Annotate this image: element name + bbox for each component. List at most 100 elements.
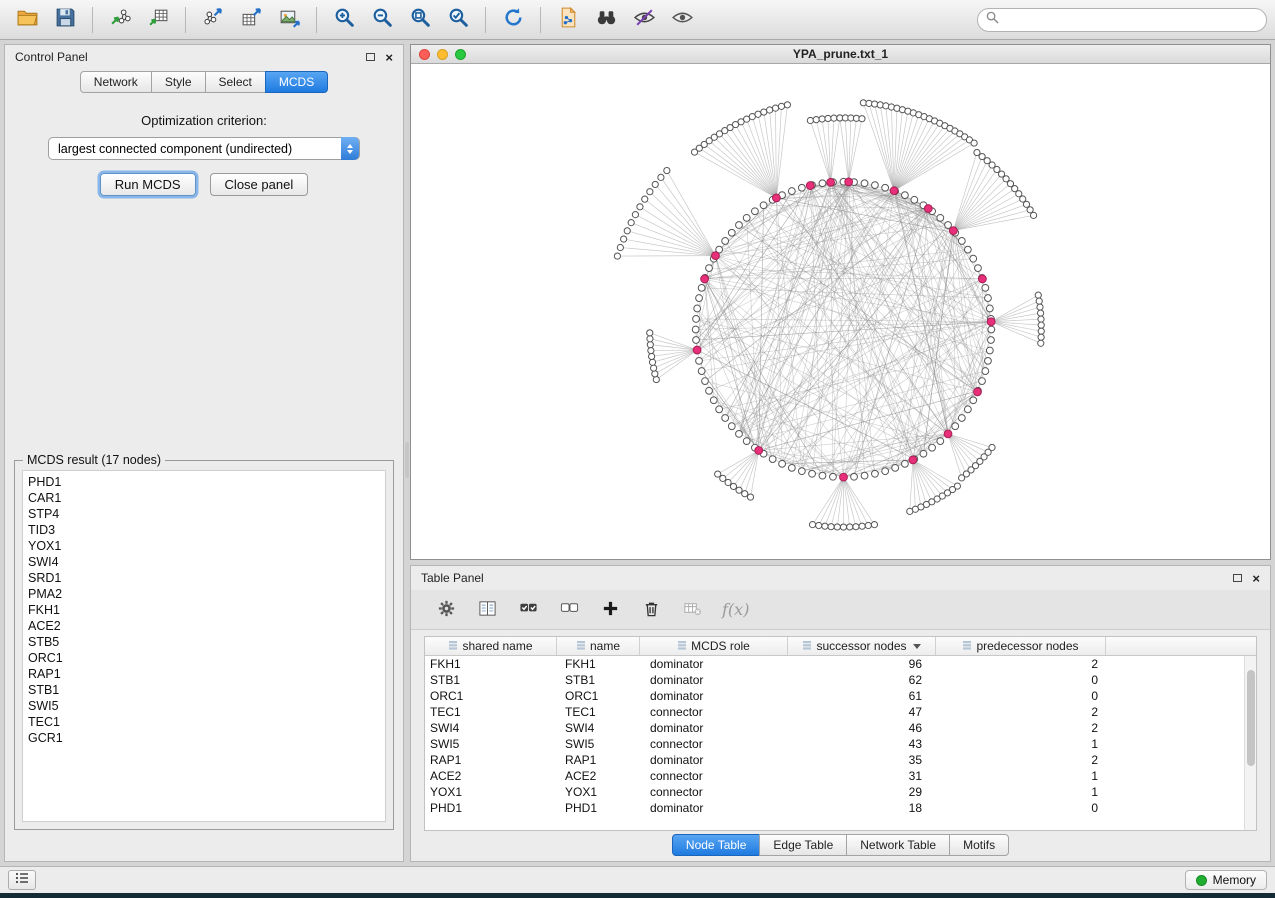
result-node-item[interactable]: STB5: [28, 634, 380, 650]
result-node-item[interactable]: SRD1: [28, 570, 380, 586]
find-button[interactable]: [587, 5, 625, 35]
result-node-item[interactable]: SWI5: [28, 698, 380, 714]
network-canvas[interactable]: [411, 64, 1270, 559]
search-input[interactable]: [1004, 13, 1258, 27]
hide-graphics-details-button[interactable]: [625, 5, 663, 35]
result-node-item[interactable]: TID3: [28, 522, 380, 538]
result-node-item[interactable]: FKH1: [28, 602, 380, 618]
table-panel-title: Table Panel: [421, 571, 484, 585]
show-hide-button[interactable]: [663, 5, 701, 35]
show-columns-button[interactable]: [476, 599, 498, 621]
result-node-item[interactable]: YOX1: [28, 538, 380, 554]
column-header-predecessor-nodes[interactable]: predecessor nodes: [936, 637, 1106, 655]
open-folder-button[interactable]: [8, 5, 46, 35]
table-row[interactable]: STB1STB1dominator620: [425, 672, 1256, 688]
column-header-MCDS-role[interactable]: MCDS role: [640, 637, 788, 655]
tab-mcds[interactable]: MCDS: [265, 71, 328, 93]
zoom-in-button[interactable]: [325, 5, 363, 35]
network-graph[interactable]: [411, 64, 1270, 559]
memory-button[interactable]: Memory: [1185, 870, 1267, 890]
zoom-selected-button[interactable]: [439, 5, 477, 35]
toolbar-separator: [485, 7, 486, 33]
toolbar-separator: [185, 7, 186, 33]
tab-node-table[interactable]: Node Table: [672, 834, 761, 856]
result-node-item[interactable]: GCR1: [28, 730, 380, 746]
table-cell: STB1: [425, 673, 557, 687]
mcds-result-list[interactable]: PHD1CAR1STP4TID3YOX1SWI4SRD1PMA2FKH1ACE2…: [22, 470, 386, 822]
float-panel-icon[interactable]: [1233, 574, 1242, 582]
tab-motifs[interactable]: Motifs: [949, 834, 1009, 856]
deselect-all-button[interactable]: [558, 599, 580, 621]
close-panel-icon[interactable]: ×: [385, 51, 393, 64]
toolbar-separator: [540, 7, 541, 33]
table-row[interactable]: ORC1ORC1dominator610: [425, 688, 1256, 704]
sort-icon: [677, 639, 687, 653]
table-cell: 46: [788, 721, 936, 735]
select-all-button[interactable]: [517, 599, 539, 621]
window-zoom-icon[interactable]: [455, 49, 466, 60]
result-node-item[interactable]: CAR1: [28, 490, 380, 506]
function-builder-button[interactable]: f(x): [722, 600, 749, 619]
criterion-dropdown[interactable]: largest connected component (undirected): [48, 137, 360, 160]
result-node-item[interactable]: ACE2: [28, 618, 380, 634]
export-table-button[interactable]: [232, 5, 270, 35]
result-node-item[interactable]: STB1: [28, 682, 380, 698]
column-header-successor-nodes[interactable]: successor nodes: [788, 637, 936, 655]
column-header-shared-name[interactable]: shared name: [425, 637, 557, 655]
result-node-item[interactable]: PMA2: [28, 586, 380, 602]
float-panel-icon[interactable]: [366, 53, 375, 61]
import-table-button[interactable]: [139, 5, 177, 35]
table-row[interactable]: SWI4SWI4dominator462: [425, 720, 1256, 736]
close-panel-button[interactable]: Close panel: [210, 173, 309, 196]
result-node-item[interactable]: PHD1: [28, 474, 380, 490]
table-row[interactable]: TEC1TEC1connector472: [425, 704, 1256, 720]
tab-network[interactable]: Network: [80, 71, 152, 93]
sort-caret-icon: [913, 644, 921, 649]
table-cell: SWI4: [425, 721, 557, 735]
status-menu-button[interactable]: [8, 870, 36, 890]
column-header-name[interactable]: name: [557, 637, 640, 655]
clone-network-button[interactable]: [549, 5, 587, 35]
add-column-button[interactable]: [599, 599, 621, 621]
export-network-button[interactable]: [194, 5, 232, 35]
delete-column-button[interactable]: [640, 599, 662, 621]
table-row[interactable]: SWI5SWI5connector431: [425, 736, 1256, 752]
memory-status-icon: [1196, 875, 1207, 886]
application-window: Control Panel × NetworkStyleSelectMCDS O…: [0, 0, 1275, 893]
result-node-item[interactable]: RAP1: [28, 666, 380, 682]
import-network-button[interactable]: [101, 5, 139, 35]
table-settings-button[interactable]: [435, 599, 457, 621]
table-row[interactable]: ACE2ACE2connector311: [425, 768, 1256, 784]
apply-layout-button[interactable]: [494, 5, 532, 35]
close-panel-icon[interactable]: ×: [1252, 572, 1260, 585]
delete-table-button[interactable]: [681, 599, 703, 621]
table-cell: dominator: [640, 689, 788, 703]
result-node-item[interactable]: ORC1: [28, 650, 380, 666]
window-minimize-icon[interactable]: [437, 49, 448, 60]
result-node-item[interactable]: STP4: [28, 506, 380, 522]
table-cell: YOX1: [425, 785, 557, 799]
unchecked-boxes-icon: [560, 599, 579, 623]
run-mcds-button[interactable]: Run MCDS: [100, 173, 196, 196]
table-row[interactable]: FKH1FKH1dominator962: [425, 656, 1256, 672]
zoom-out-button[interactable]: [363, 5, 401, 35]
table-row[interactable]: RAP1RAP1dominator352: [425, 752, 1256, 768]
result-node-item[interactable]: SWI4: [28, 554, 380, 570]
table-row[interactable]: YOX1YOX1connector291: [425, 784, 1256, 800]
tab-network-table[interactable]: Network Table: [846, 834, 950, 856]
tab-select[interactable]: Select: [205, 71, 266, 93]
graph-leaf-nodes[interactable]: [614, 100, 1044, 530]
export-image-button[interactable]: [270, 5, 308, 35]
scrollbar-thumb[interactable]: [1247, 670, 1255, 766]
save-session-button[interactable]: [46, 5, 84, 35]
tab-style[interactable]: Style: [151, 71, 206, 93]
table-scrollbar[interactable]: [1244, 656, 1256, 830]
table-row[interactable]: PHD1PHD1dominator180: [425, 800, 1256, 816]
result-node-item[interactable]: TEC1: [28, 714, 380, 730]
sort-icon: [802, 639, 812, 653]
global-search[interactable]: [977, 8, 1267, 32]
window-close-icon[interactable]: [419, 49, 430, 60]
tab-edge-table[interactable]: Edge Table: [759, 834, 847, 856]
table-cell: 61: [788, 689, 936, 703]
zoom-fit-button[interactable]: [401, 5, 439, 35]
